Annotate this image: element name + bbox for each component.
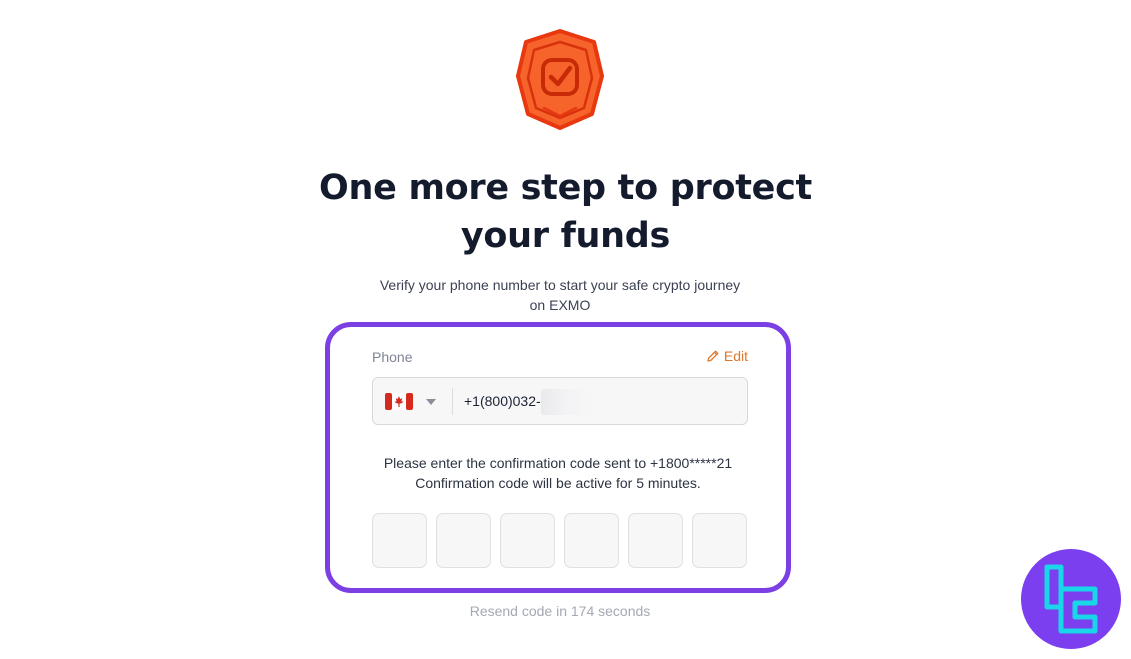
code-digit-input-1[interactable] [372, 513, 427, 568]
page-title-line1: One more step to protect [319, 168, 812, 208]
tc-logo-icon [1021, 549, 1121, 649]
canada-flag-icon [385, 393, 413, 410]
confirmation-instructions: Please enter the confirmation code sent … [330, 453, 786, 493]
field-divider [452, 388, 453, 415]
redacted-digits [541, 389, 593, 415]
code-input-group [372, 513, 747, 568]
code-digit-input-4[interactable] [564, 513, 619, 568]
code-digit-input-5[interactable] [628, 513, 683, 568]
verification-card: Phone Edit +1(800)032-3 Please enter the… [325, 322, 791, 593]
page-subtitle: Verify your phone number to start your s… [365, 275, 755, 315]
page-title-line2: your funds [460, 216, 671, 256]
edit-phone-link[interactable]: Edit [706, 348, 748, 364]
shield-check-icon [516, 29, 604, 130]
edit-label: Edit [723, 348, 748, 364]
phone-input[interactable]: +1(800)032-3 [372, 377, 748, 425]
resend-code-timer: Resend code in 174 seconds [469, 603, 651, 619]
code-digit-input-2[interactable] [436, 513, 491, 568]
code-info-line1: Please enter the confirmation code sent … [383, 455, 733, 471]
pencil-icon [707, 350, 719, 362]
tc-logo-glyph [1044, 564, 1098, 634]
phone-number-value: +1(800)032-3 [464, 393, 549, 409]
phone-label: Phone [372, 349, 413, 365]
page-title: One more step to protect your funds [0, 164, 1131, 260]
subtitle-line2: on EXMO [529, 297, 591, 313]
code-info-line2: Confirmation code will be active for 5 m… [415, 475, 701, 491]
code-digit-input-3[interactable] [500, 513, 555, 568]
country-dropdown-chevron-icon[interactable] [426, 399, 436, 405]
code-digit-input-6[interactable] [692, 513, 747, 568]
subtitle-line1: Verify your phone number to start your s… [379, 277, 741, 293]
